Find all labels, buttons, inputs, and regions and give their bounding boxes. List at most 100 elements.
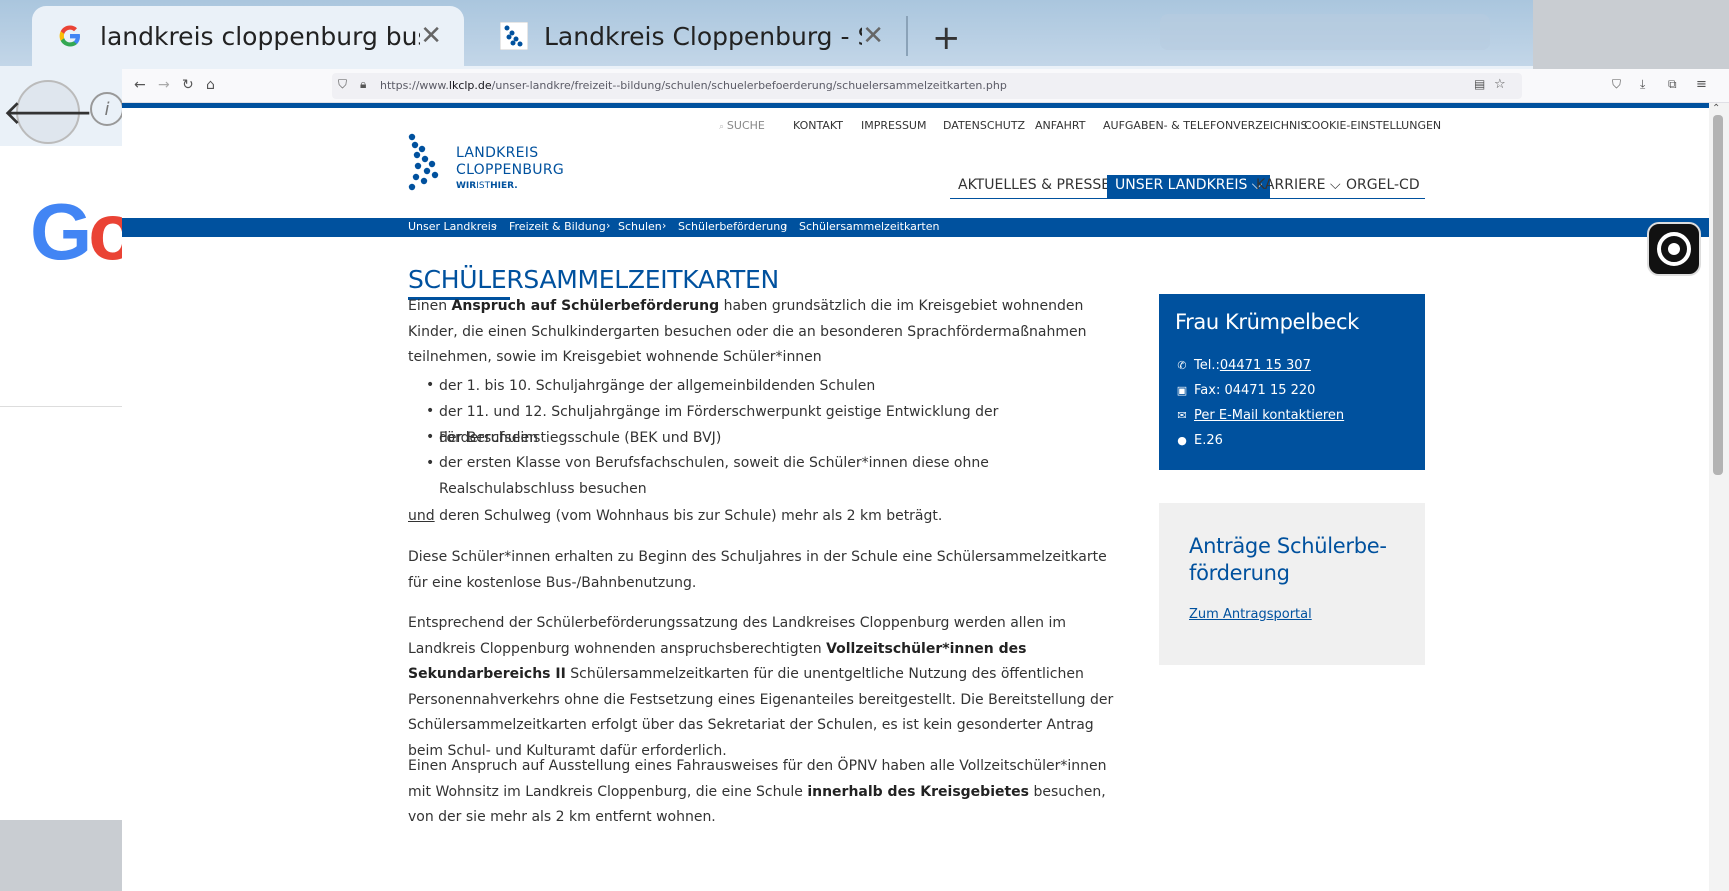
contact-card: Frau Krümpelbeck ✆ Tel.: 04471 15 307 ▣ … xyxy=(1159,294,1425,470)
contact-email-row: ✉ Per E-Mail kontaktieren xyxy=(1175,408,1344,423)
google-logo-g: G xyxy=(30,187,92,276)
logo-tagline: WIRISTHIER. xyxy=(456,181,518,191)
close-tab-icon[interactable]: ✕ xyxy=(420,21,442,51)
reload-icon[interactable]: ↻ xyxy=(182,77,194,93)
close-tab-icon[interactable]: ✕ xyxy=(862,21,884,51)
pocket-icon[interactable]: ⛉ xyxy=(1612,77,1621,92)
blurred-toolbar-area xyxy=(1160,14,1490,50)
service-nav-datenschutz[interactable]: DATENSCHUTZ xyxy=(943,119,1025,132)
room-text: E.26 xyxy=(1194,433,1223,448)
main-nav-unser-landkreis[interactable]: UNSER LANDKREIS ⌵ xyxy=(1107,175,1271,198)
paragraph-oepnv: Einen Anspruch auf Ausstellung eines Fah… xyxy=(408,754,1118,831)
bold-text: innerhalb des Kreisgebietes xyxy=(807,783,1030,800)
bullet-icon: • xyxy=(426,403,435,419)
page-title: SCHÜLERSAMMELZEITKARTEN xyxy=(408,265,779,294)
paragraph-anspruch: Einen Anspruch auf Schülerbeförderung ha… xyxy=(408,294,1118,371)
lkclp-logo-icon xyxy=(500,21,528,51)
paragraph-schulweg: und deren Schulweg (vom Wohnhaus bis zur… xyxy=(408,504,1118,530)
info-icon[interactable]: i xyxy=(90,92,124,126)
tab-separator xyxy=(906,16,908,56)
list-item: der ersten Klasse von Berufsfachschulen,… xyxy=(439,455,989,497)
url-domain: lkclp.de xyxy=(448,79,492,92)
shield-icon[interactable]: ⛉ xyxy=(338,77,347,92)
new-tab-button[interactable]: + xyxy=(932,18,961,58)
firefox-window: ← → ↻ ⌂ ⛉ 🔒︎ https://www.lkclp.de/unser-… xyxy=(122,69,1729,891)
breadcrumb-chevron-icon: › xyxy=(662,219,667,232)
logo-line1: LANDKREIS xyxy=(456,145,539,161)
url-text[interactable]: https://www.lkclp.de/unser-landkre/freiz… xyxy=(380,79,1007,92)
underlined-text: und xyxy=(408,508,435,524)
bullet-icon: • xyxy=(426,429,435,445)
background-tab-title: landkreis cloppenburg bus... xyxy=(100,21,421,51)
phone-link[interactable]: 04471 15 307 xyxy=(1220,358,1311,373)
location-pin-icon: ● xyxy=(1177,434,1187,447)
lock-icon[interactable]: 🔒︎ xyxy=(360,77,366,92)
fax-icon: ▣ xyxy=(1176,384,1188,397)
background-tab-google[interactable]: landkreis cloppenburg bus... ✕ xyxy=(32,6,464,66)
phone-label: Tel.: xyxy=(1194,358,1220,373)
breadcrumb-item[interactable]: Schülerbeförderung xyxy=(678,220,787,233)
breadcrumb-chevron-icon: › xyxy=(606,219,611,232)
service-nav-kontakt[interactable]: KONTAKT xyxy=(793,119,843,132)
service-nav-aufgaben[interactable]: AUFGABEN- & TELEFONVERZEICHNIS xyxy=(1103,119,1307,132)
text: Einen xyxy=(408,298,452,314)
service-nav-search-label: SUCHE xyxy=(726,119,765,132)
main-nav-aktuelles[interactable]: AKTUELLES & PRESSE xyxy=(950,175,1118,198)
list-item: der 1. bis 10. Schuljahrgänge der allgem… xyxy=(439,378,876,394)
service-nav-cookie[interactable]: COOKIE-EINSTELLUNGEN xyxy=(1304,119,1441,132)
breadcrumb-item-current: Schülersammelzeitkarten xyxy=(799,220,940,233)
menu-icon[interactable]: ≡ xyxy=(1696,77,1707,92)
antragsportal-link[interactable]: Zum Antragsportal xyxy=(1189,607,1312,622)
paragraph-satzung: Entsprechend der Schülerbeförderungssatz… xyxy=(408,611,1118,764)
back-arrow-icon[interactable]: 🡐 xyxy=(2,80,94,144)
scroll-up-icon[interactable]: ⌃ xyxy=(1712,103,1720,114)
screen-recorder-button[interactable] xyxy=(1647,222,1701,276)
back-icon[interactable]: ← xyxy=(134,77,146,93)
logo-wordmark[interactable]: LANDKREIS CLOPPENBURG xyxy=(456,145,564,179)
main-nav-orgel-cd[interactable]: ORGEL-CD xyxy=(1338,175,1428,198)
antraege-card: Anträge Schülerbe- förderung Zum Antrags… xyxy=(1159,503,1425,665)
bookmark-star-icon[interactable]: ☆ xyxy=(1494,77,1506,92)
tagline-part: HIER. xyxy=(490,181,518,191)
logo-line2: CLOPPENBURG xyxy=(456,162,565,178)
url-prefix: https://www. xyxy=(380,79,449,92)
breadcrumb-chevron-icon: › xyxy=(493,219,498,232)
google-logo-partial: Go xyxy=(30,186,137,278)
tagline-part: WIR xyxy=(456,181,477,191)
phone-icon: ✆ xyxy=(1177,359,1187,372)
scrollbar-thumb[interactable] xyxy=(1713,115,1723,475)
url-path: /unser-landkre/freizeit--bildung/schulen… xyxy=(491,79,1007,92)
contact-phone-row: ✆ Tel.: 04471 15 307 xyxy=(1175,358,1311,373)
list-item: der Berufseinstiegsschule (BEK und BVJ) xyxy=(439,430,722,446)
breadcrumb-item[interactable]: Unser Landkreis xyxy=(408,220,497,233)
main-nav-karriere[interactable]: KARRIERE ⌵ xyxy=(1248,175,1349,198)
record-icon xyxy=(1657,232,1691,266)
email-link[interactable]: Per E-Mail kontaktieren xyxy=(1194,408,1344,423)
home-icon[interactable]: ⌂ xyxy=(206,77,215,93)
contact-name: Frau Krümpelbeck xyxy=(1175,310,1359,334)
service-nav-search[interactable]: ⌕ SUCHE xyxy=(719,119,765,132)
bullet-icon: • xyxy=(426,377,435,393)
main-nav-underline xyxy=(950,198,1425,199)
service-nav-impressum[interactable]: IMPRESSUM xyxy=(861,119,926,132)
breadcrumb-item[interactable]: Freizeit & Bildung xyxy=(509,220,606,233)
download-icon[interactable]: ⤓ xyxy=(1640,77,1645,92)
background-tab-lkclp[interactable]: Landkreis Cloppenburg - S... ✕ xyxy=(476,6,906,66)
google-g-icon xyxy=(56,21,84,51)
tagline-part: IST xyxy=(476,181,491,191)
breadcrumb-chevron-icon: › xyxy=(783,219,788,232)
forward-icon[interactable]: → xyxy=(158,77,170,93)
paragraph-sammelzeitkarte: Diese Schüler*innen erhalten zu Beginn d… xyxy=(408,549,1107,591)
contact-fax-row: ▣ Fax: 04471 15 220 xyxy=(1175,383,1316,398)
text: deren Schulweg (vom Wohnhaus bis zur Sch… xyxy=(434,508,943,524)
extensions-icon[interactable]: ⧉ xyxy=(1668,77,1677,92)
reader-view-icon[interactable]: ▤ xyxy=(1474,77,1485,91)
bullet-icon: • xyxy=(426,455,435,471)
antraege-title: Anträge Schülerbe- förderung xyxy=(1189,534,1387,585)
contact-room-row: ● E.26 xyxy=(1175,433,1223,448)
service-nav-anfahrt[interactable]: ANFAHRT xyxy=(1035,119,1085,132)
background-tab-title: Landkreis Cloppenburg - S... xyxy=(544,21,863,51)
page-top-stripe xyxy=(122,103,1709,108)
breadcrumb-item[interactable]: Schulen xyxy=(618,220,662,233)
fax-text: Fax: 04471 15 220 xyxy=(1194,383,1316,398)
